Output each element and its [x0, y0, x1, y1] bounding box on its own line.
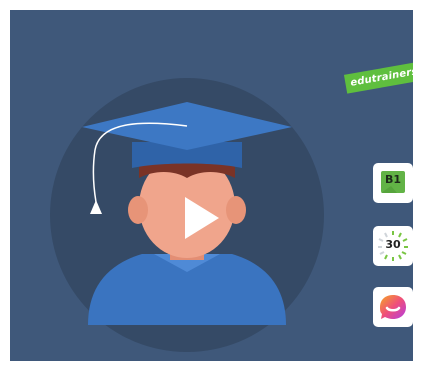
play-icon[interactable]: [175, 193, 225, 243]
chat-bubble-icon: [380, 295, 406, 319]
video-player[interactable]: edutrainers B1 30: [10, 10, 413, 361]
video-thumbnail: [10, 10, 413, 361]
timer-label: 30: [385, 238, 401, 251]
chat-badge[interactable]: [373, 287, 413, 327]
level-badge[interactable]: B1: [373, 163, 413, 203]
timer-badge[interactable]: 30: [373, 226, 413, 266]
level-icon: B1: [381, 171, 405, 193]
